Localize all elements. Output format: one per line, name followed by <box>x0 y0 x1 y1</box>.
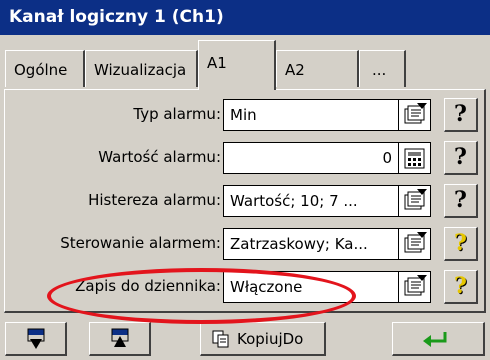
tab-wizualizacja[interactable]: Wizualizacja <box>85 50 198 87</box>
move-down-icon <box>27 328 45 349</box>
list-picker-button[interactable] <box>399 185 431 217</box>
list-picker-button[interactable] <box>399 99 431 131</box>
copy-to-label: KopiujDo <box>237 330 304 348</box>
field-row-typ-alarmu: Typ alarmu: Min ? <box>5 95 485 135</box>
copy-icon <box>212 330 229 348</box>
tab-label: A1 <box>207 54 227 72</box>
move-up-button[interactable] <box>89 322 151 356</box>
list-picker-icon <box>404 275 427 296</box>
field-label: Zapis do dziennika: <box>75 277 221 295</box>
bottom-toolbar: KopiujDo <box>0 318 490 360</box>
help-button[interactable]: ? <box>444 98 478 132</box>
help-button[interactable]: ? <box>444 184 478 218</box>
help-button-active[interactable]: ? <box>444 227 478 261</box>
list-picker-icon <box>404 103 427 124</box>
tab-a1[interactable]: A1 <box>198 40 276 90</box>
help-button-active[interactable]: ? <box>444 270 478 304</box>
list-picker-icon <box>404 232 427 253</box>
move-down-button[interactable] <box>5 322 67 356</box>
window: Kanał logiczny 1 (Ch1) Ogólne Wizualizac… <box>0 0 490 360</box>
typ-alarmu-field[interactable]: Min <box>223 99 399 131</box>
enter-button[interactable] <box>392 322 485 356</box>
field-row-wartosc-alarmu: Wartość alarmu: 0 ? <box>5 138 485 178</box>
list-picker-button[interactable] <box>399 271 431 303</box>
tab-ogolne[interactable]: Ogólne <box>5 50 85 87</box>
list-picker-button[interactable] <box>399 228 431 260</box>
tab-label: Wizualizacja <box>94 61 187 79</box>
tab-more[interactable]: ... <box>359 50 406 87</box>
keypad-icon <box>404 148 425 169</box>
tab-label: Ogólne <box>14 61 68 79</box>
list-picker-icon <box>404 189 427 210</box>
window-title: Kanał logiczny 1 (Ch1) <box>0 0 490 35</box>
histereza-alarmu-field[interactable]: Wartość; 10; 7 ... <box>223 185 399 217</box>
field-row-zapis-do-dziennika: Zapis do dziennika: Włączone ? <box>5 267 485 307</box>
tab-a2[interactable]: A2 <box>276 50 359 87</box>
field-label: Typ alarmu: <box>133 105 221 123</box>
copy-to-button[interactable]: KopiujDo <box>200 322 326 356</box>
help-button[interactable]: ? <box>444 141 478 175</box>
wartosc-alarmu-field[interactable]: 0 <box>223 142 399 174</box>
tab-label: A2 <box>285 61 305 79</box>
field-label: Histereza alarmu: <box>88 191 221 209</box>
keypad-button[interactable] <box>399 142 431 174</box>
field-label: Sterowanie alarmem: <box>60 234 221 252</box>
sterowanie-alarmem-field[interactable]: Zatrzaskowy; Ka... <box>223 228 399 260</box>
move-up-icon <box>111 328 129 347</box>
field-label: Wartość alarmu: <box>98 148 221 166</box>
tab-bar: Ogólne Wizualizacja A1 A2 ... <box>0 35 490 97</box>
tab-label: ... <box>372 61 387 79</box>
field-row-histereza-alarmu: Histereza alarmu: Wartość; 10; 7 ... ? <box>5 181 485 221</box>
settings-panel: Typ alarmu: Min ? Wartość alarmu: 0 ? Hi… <box>4 89 486 313</box>
enter-icon <box>423 332 447 347</box>
field-row-sterowanie-alarmem: Sterowanie alarmem: Zatrzaskowy; Ka... ? <box>5 224 485 264</box>
zapis-do-dziennika-field[interactable]: Włączone <box>223 271 399 303</box>
